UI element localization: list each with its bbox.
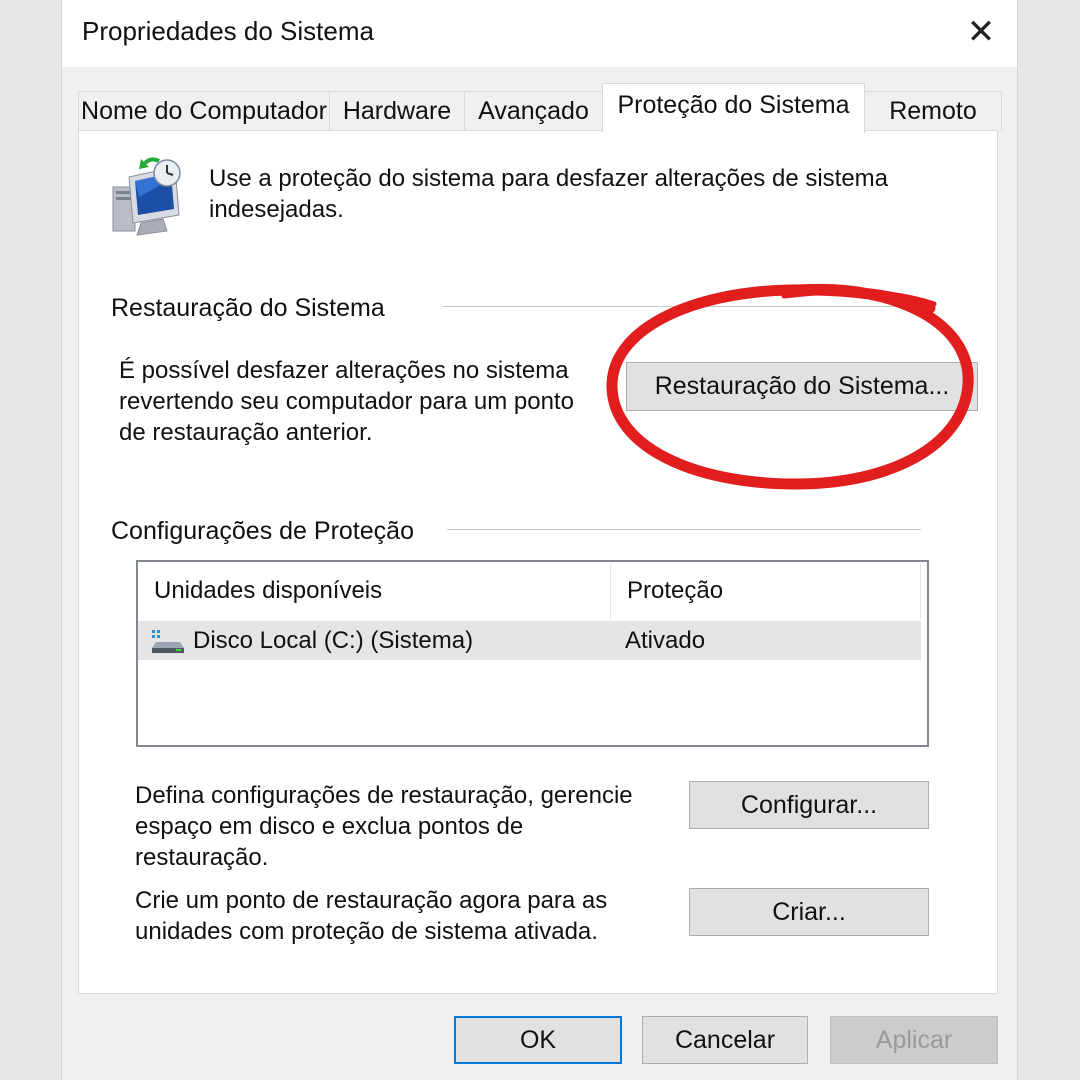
drives-list[interactable]: Unidades disponíveis Proteção Disco Loca… bbox=[136, 560, 929, 747]
apply-button-label: Aplicar bbox=[875, 1025, 953, 1054]
drive-icon bbox=[150, 621, 186, 660]
configure-description: Defina configurações de restauração, ger… bbox=[135, 780, 695, 873]
tab-advanced[interactable]: Avançado bbox=[464, 91, 603, 131]
restore-description-line: de restauração anterior. bbox=[119, 419, 373, 446]
ok-button-label: OK bbox=[519, 1025, 557, 1054]
configure-button[interactable]: Configurar... bbox=[689, 781, 929, 829]
restore-description-line: revertendo seu computador para um ponto bbox=[119, 388, 574, 415]
configure-description-line: restauração. bbox=[135, 844, 269, 871]
group-divider bbox=[443, 306, 921, 307]
tab-label: Hardware bbox=[342, 97, 452, 125]
create-button-label: Criar... bbox=[772, 897, 846, 926]
cancel-button-label: Cancelar bbox=[674, 1025, 776, 1054]
intro-text: Use a proteção do sistema para desfazer … bbox=[209, 163, 969, 225]
column-header-label: Unidades disponíveis bbox=[154, 576, 383, 604]
tab-remote[interactable]: Remoto bbox=[864, 91, 1002, 131]
create-button[interactable]: Criar... bbox=[689, 888, 929, 936]
tab-label: Proteção do Sistema bbox=[617, 91, 850, 119]
drive-name: Disco Local (C:) (Sistema) bbox=[193, 626, 474, 654]
intro-text-line: indesejadas. bbox=[209, 196, 344, 223]
column-separator[interactable] bbox=[920, 564, 921, 619]
restore-group-label: Restauração do Sistema bbox=[111, 294, 385, 323]
system-protection-icon bbox=[111, 157, 187, 237]
tab-label: Remoto bbox=[889, 97, 977, 125]
ok-button[interactable]: OK bbox=[454, 1016, 622, 1064]
configure-description-line: Defina configurações de restauração, ger… bbox=[135, 782, 633, 809]
column-header-label: Proteção bbox=[627, 576, 724, 604]
create-description: Crie um ponto de restauração agora para … bbox=[135, 885, 695, 947]
column-header-protection[interactable]: Proteção bbox=[611, 562, 921, 619]
system-restore-button-label: Restauração do Sistema... bbox=[654, 372, 950, 400]
window-title: Propriedades do Sistema bbox=[82, 16, 374, 46]
tab-panel-system-protection: Use a proteção do sistema para desfazer … bbox=[78, 130, 998, 994]
drive-protection-status: Ativado bbox=[625, 626, 706, 654]
create-description-line: unidades com proteção de sistema ativada… bbox=[135, 918, 598, 945]
system-restore-button[interactable]: Restauração do Sistema... bbox=[626, 362, 978, 411]
tab-strip: Nome do Computador Hardware Avançado Pro… bbox=[78, 83, 1002, 133]
restore-description-line: É possível desfazer alterações no sistem… bbox=[119, 357, 569, 384]
table-row[interactable]: Disco Local (C:) (Sistema) Ativado bbox=[138, 621, 921, 660]
close-icon: ✕ bbox=[966, 13, 996, 51]
tab-hardware[interactable]: Hardware bbox=[329, 91, 465, 131]
configure-button-label: Configurar... bbox=[740, 790, 878, 819]
tab-system-protection[interactable]: Proteção do Sistema bbox=[602, 83, 865, 133]
protection-settings-label: Configurações de Proteção bbox=[111, 517, 414, 546]
restore-description: É possível desfazer alterações no sistem… bbox=[119, 355, 619, 448]
cancel-button[interactable]: Cancelar bbox=[642, 1016, 808, 1064]
tab-label: Avançado bbox=[478, 97, 589, 125]
close-button[interactable]: ✕ bbox=[959, 10, 1003, 54]
intro-text-line: Use a proteção do sistema para desfazer … bbox=[209, 165, 889, 192]
drives-list-header: Unidades disponíveis Proteção bbox=[138, 562, 921, 619]
tab-computer-name[interactable]: Nome do Computador bbox=[78, 91, 330, 131]
apply-button: Aplicar bbox=[830, 1016, 998, 1064]
create-description-line: Crie um ponto de restauração agora para … bbox=[135, 887, 608, 914]
title-bar: Propriedades do Sistema ✕ bbox=[62, 0, 1017, 67]
system-properties-window: Propriedades do Sistema ✕ Nome do Comput… bbox=[62, 0, 1017, 1080]
group-divider bbox=[447, 529, 921, 530]
tab-label: Nome do Computador bbox=[81, 97, 327, 125]
column-header-drives[interactable]: Unidades disponíveis bbox=[138, 562, 610, 619]
configure-description-line: espaço em disco e exclua pontos de bbox=[135, 813, 524, 840]
